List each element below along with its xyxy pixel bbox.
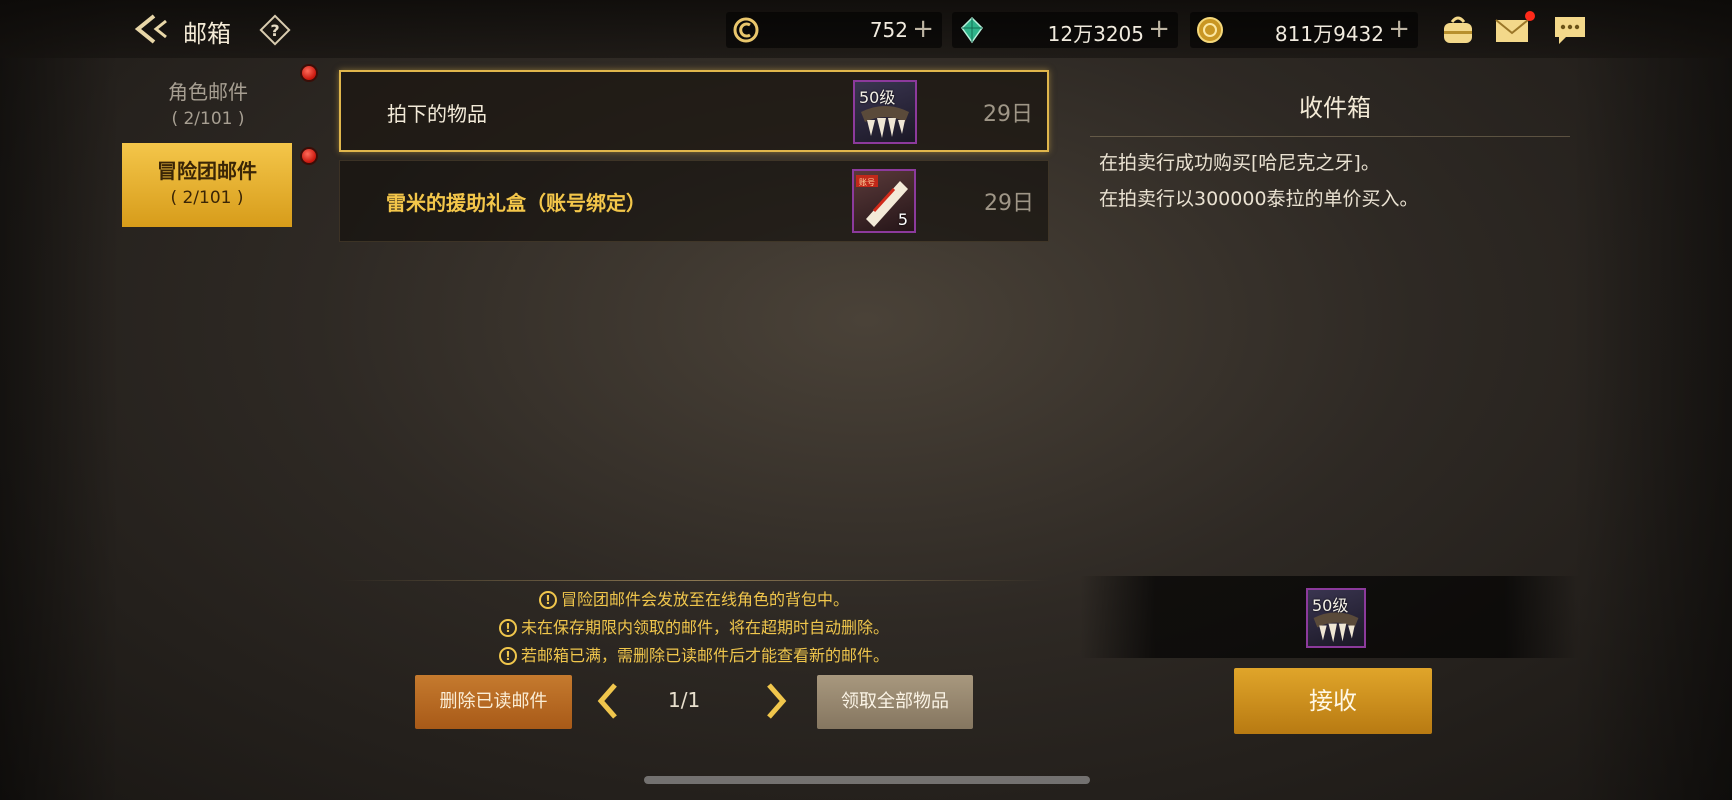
- detail-text-line: 在拍卖行成功购买[哈尼克之牙]。: [1099, 152, 1380, 174]
- chat-button[interactable]: [1552, 14, 1588, 46]
- mail-item-thumbnail: 50级: [853, 80, 917, 144]
- mail-row[interactable]: 雷米的援助礼盒（账号绑定） 账号 5 29日: [339, 160, 1049, 242]
- mail-row[interactable]: 拍下的物品 50级 29日: [339, 70, 1049, 152]
- tab-adventure-mail[interactable]: 冒险团邮件 ( 2/101 ): [122, 143, 292, 227]
- previous-page-button[interactable]: [595, 681, 621, 721]
- currency-gold: 811万9432 +: [1190, 12, 1418, 48]
- warning-icon: !: [538, 591, 557, 609]
- mail-item-thumbnail: 账号 5: [852, 169, 916, 233]
- warning-icon: !: [498, 647, 517, 665]
- notice-line: ! 冒险团邮件会发放至在线角色的背包中。: [339, 586, 1049, 610]
- gem-currency-icon: [961, 16, 983, 44]
- currency-gold-value: 811万9432: [1274, 22, 1384, 46]
- warning-icon: !: [498, 619, 517, 637]
- receive-button[interactable]: 接收: [1234, 668, 1432, 734]
- tab-character-mail[interactable]: 角色邮件 ( 2/101 ): [122, 64, 294, 148]
- notice-line: ! 未在保存期限内领取的邮件，将在超期时自动删除。: [339, 614, 1049, 638]
- mail-button[interactable]: [1494, 14, 1530, 46]
- detail-text-line: 在拍卖行以300000泰拉的单价买入。: [1099, 188, 1419, 210]
- currency-coin-value: 752: [869, 18, 908, 42]
- gold-coin-icon: [1197, 17, 1223, 43]
- home-indicator[interactable]: [644, 776, 1090, 784]
- mail-item-level: 50级: [859, 88, 896, 107]
- mail-date: 29日: [983, 102, 1033, 127]
- background-shade-right: [1572, 0, 1732, 800]
- help-button[interactable]: ?: [258, 13, 292, 47]
- character-mail-unread-dot: [300, 64, 318, 82]
- page-indicator: 1/1: [668, 688, 701, 712]
- help-icon: ?: [259, 14, 291, 46]
- notice-line: ! 若邮箱已满，需删除已读邮件后才能查看新的邮件。: [339, 642, 1049, 666]
- svg-text:账号: 账号: [859, 178, 875, 187]
- notice-divider: [339, 580, 1049, 581]
- envelope-icon: [1495, 19, 1529, 42]
- add-gold-button[interactable]: +: [1388, 14, 1410, 44]
- tab-adventure-mail-count: ( 2/101 ): [170, 188, 244, 208]
- attachment-item[interactable]: 50级: [1306, 588, 1366, 648]
- detail-divider: [1090, 136, 1570, 137]
- background-shade-left: [0, 0, 120, 800]
- coin-currency-icon: [733, 17, 759, 43]
- detail-title: 收件箱: [1299, 94, 1371, 122]
- currency-gem-value: 12万3205: [1047, 22, 1144, 46]
- mail-item-count: 5: [897, 210, 908, 229]
- mail-date: 29日: [984, 191, 1034, 216]
- mail-title: 雷米的援助礼盒（账号绑定）: [386, 191, 646, 215]
- adventure-mail-unread-dot: [300, 147, 318, 165]
- chevron-right-icon: [767, 683, 787, 719]
- back-arrow-icon: [134, 14, 167, 44]
- tab-adventure-mail-label: 冒险团邮件: [157, 159, 257, 183]
- mail-notification-dot: [1525, 11, 1535, 21]
- mail-title: 拍下的物品: [387, 102, 487, 126]
- back-button[interactable]: [132, 12, 172, 46]
- tab-character-mail-label: 角色邮件: [168, 80, 248, 104]
- chat-bubble-icon: [1555, 17, 1585, 44]
- tab-character-mail-count: ( 2/101 ): [171, 109, 245, 129]
- svg-text:?: ?: [270, 21, 279, 40]
- delete-read-mail-button[interactable]: 删除已读邮件: [415, 675, 572, 729]
- add-gem-button[interactable]: +: [1148, 14, 1170, 44]
- chevron-left-icon: [597, 683, 617, 719]
- add-coin-button[interactable]: +: [912, 14, 934, 44]
- currency-coin: 752 +: [726, 12, 942, 48]
- shop-bag-button[interactable]: [1440, 14, 1476, 46]
- next-page-button[interactable]: [763, 681, 789, 721]
- attachment-level: 50级: [1312, 596, 1349, 615]
- currency-gem: 12万3205 +: [952, 12, 1178, 48]
- bag-icon: [1444, 16, 1472, 43]
- page-title: 邮箱: [183, 20, 231, 48]
- claim-all-items-button[interactable]: 领取全部物品: [817, 675, 973, 729]
